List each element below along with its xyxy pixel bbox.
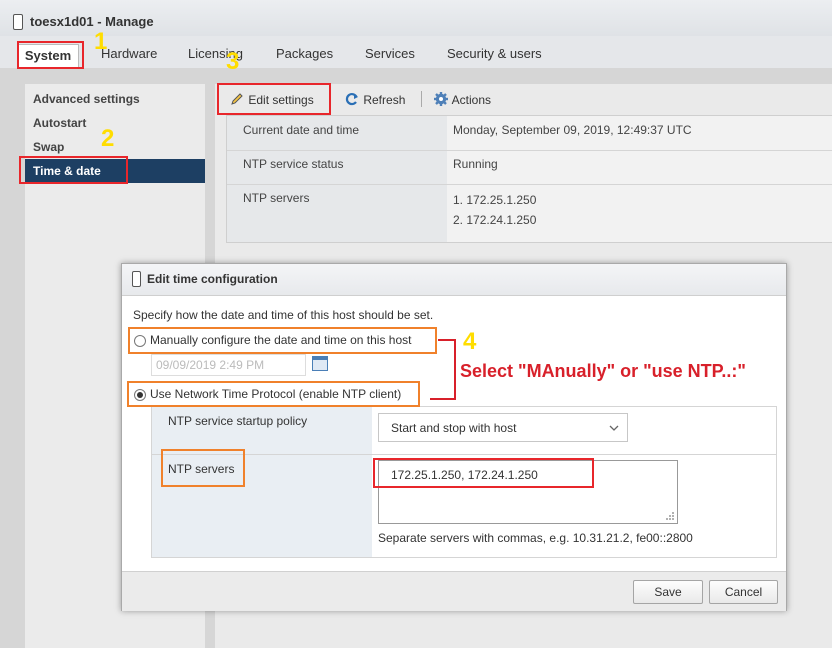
- window-titlebar: toesx1d01 - Manage: [0, 0, 832, 37]
- annotation-box-manual: [128, 327, 437, 354]
- ntp-server-2: 2. 172.24.1.250: [453, 213, 537, 227]
- manual-datetime-value: 09/09/2019 2:49 PM: [156, 358, 265, 372]
- tab-packages[interactable]: Packages: [276, 44, 333, 64]
- sidebar-item-advanced-settings[interactable]: Advanced settings: [33, 89, 140, 109]
- dialog-titlebar: Edit time configuration: [122, 264, 786, 296]
- row-divider: [152, 454, 776, 455]
- annotation-number-4: 4: [463, 328, 477, 355]
- host-icon: [132, 271, 141, 287]
- row-divider: [227, 184, 832, 185]
- refresh-button[interactable]: Refresh: [344, 90, 405, 110]
- row-divider: [227, 150, 832, 151]
- resize-grip-icon[interactable]: [663, 509, 675, 521]
- cancel-button[interactable]: Cancel: [709, 580, 778, 604]
- save-button[interactable]: Save: [633, 580, 703, 604]
- refresh-icon: [345, 92, 358, 106]
- sidebar-item-swap[interactable]: Swap: [33, 137, 64, 157]
- refresh-label: Refresh: [363, 93, 406, 107]
- dialog-intro: Specify how the date and time of this ho…: [133, 308, 434, 322]
- tab-hardware[interactable]: Hardware: [101, 44, 157, 64]
- actions-button[interactable]: Actions: [433, 90, 491, 110]
- actions-label: Actions: [451, 93, 492, 107]
- dialog-title: Edit time configuration: [147, 272, 278, 286]
- annotation-number-1: 1: [94, 28, 108, 55]
- annotation-box-edit-settings: [217, 83, 331, 115]
- ntp-servers-label: NTP servers: [243, 191, 310, 205]
- startup-policy-value: Start and stop with host: [391, 421, 517, 435]
- manual-datetime-input[interactable]: 09/09/2019 2:49 PM: [151, 354, 306, 376]
- annotation-box-ntp: [127, 381, 420, 407]
- edit-time-dialog: Edit time configuration Specify how the …: [121, 263, 787, 611]
- current-date-label: Current date and time: [243, 123, 360, 137]
- window-title: toesx1d01 - Manage: [30, 14, 154, 29]
- host-icon: [13, 14, 23, 30]
- annotation-number-3: 3: [226, 48, 240, 75]
- annotation-box-ntp-servers-value: [373, 458, 594, 488]
- startup-policy-label: NTP service startup policy: [168, 414, 308, 428]
- gear-icon: [434, 92, 448, 106]
- tab-security-users[interactable]: Security & users: [447, 44, 542, 64]
- annotation-note: Select "MAnually" or "use NTP..:": [460, 361, 746, 381]
- ntp-server-1: 1. 172.25.1.250: [453, 193, 537, 207]
- ntp-status-value: Running: [453, 157, 498, 171]
- toolbar-separator: [421, 91, 422, 107]
- ntp-servers-hint: Separate servers with commas, e.g. 10.31…: [378, 531, 693, 545]
- sidebar-item-autostart[interactable]: Autostart: [33, 113, 86, 133]
- annotation-box-ntp-servers-label: [161, 449, 245, 487]
- calendar-icon[interactable]: [312, 356, 328, 371]
- annotation-box-time-date: [19, 156, 128, 184]
- ntp-status-label: NTP service status: [243, 157, 344, 171]
- annotation-box-system-tab: [17, 41, 84, 69]
- chevron-down-icon: [609, 425, 619, 431]
- tab-services[interactable]: Services: [365, 44, 415, 64]
- annotation-number-2: 2: [101, 125, 115, 152]
- time-date-table: Current date and time Monday, September …: [226, 115, 832, 243]
- current-date-value: Monday, September 09, 2019, 12:49:37 UTC: [453, 123, 692, 137]
- startup-policy-select[interactable]: Start and stop with host: [378, 413, 628, 442]
